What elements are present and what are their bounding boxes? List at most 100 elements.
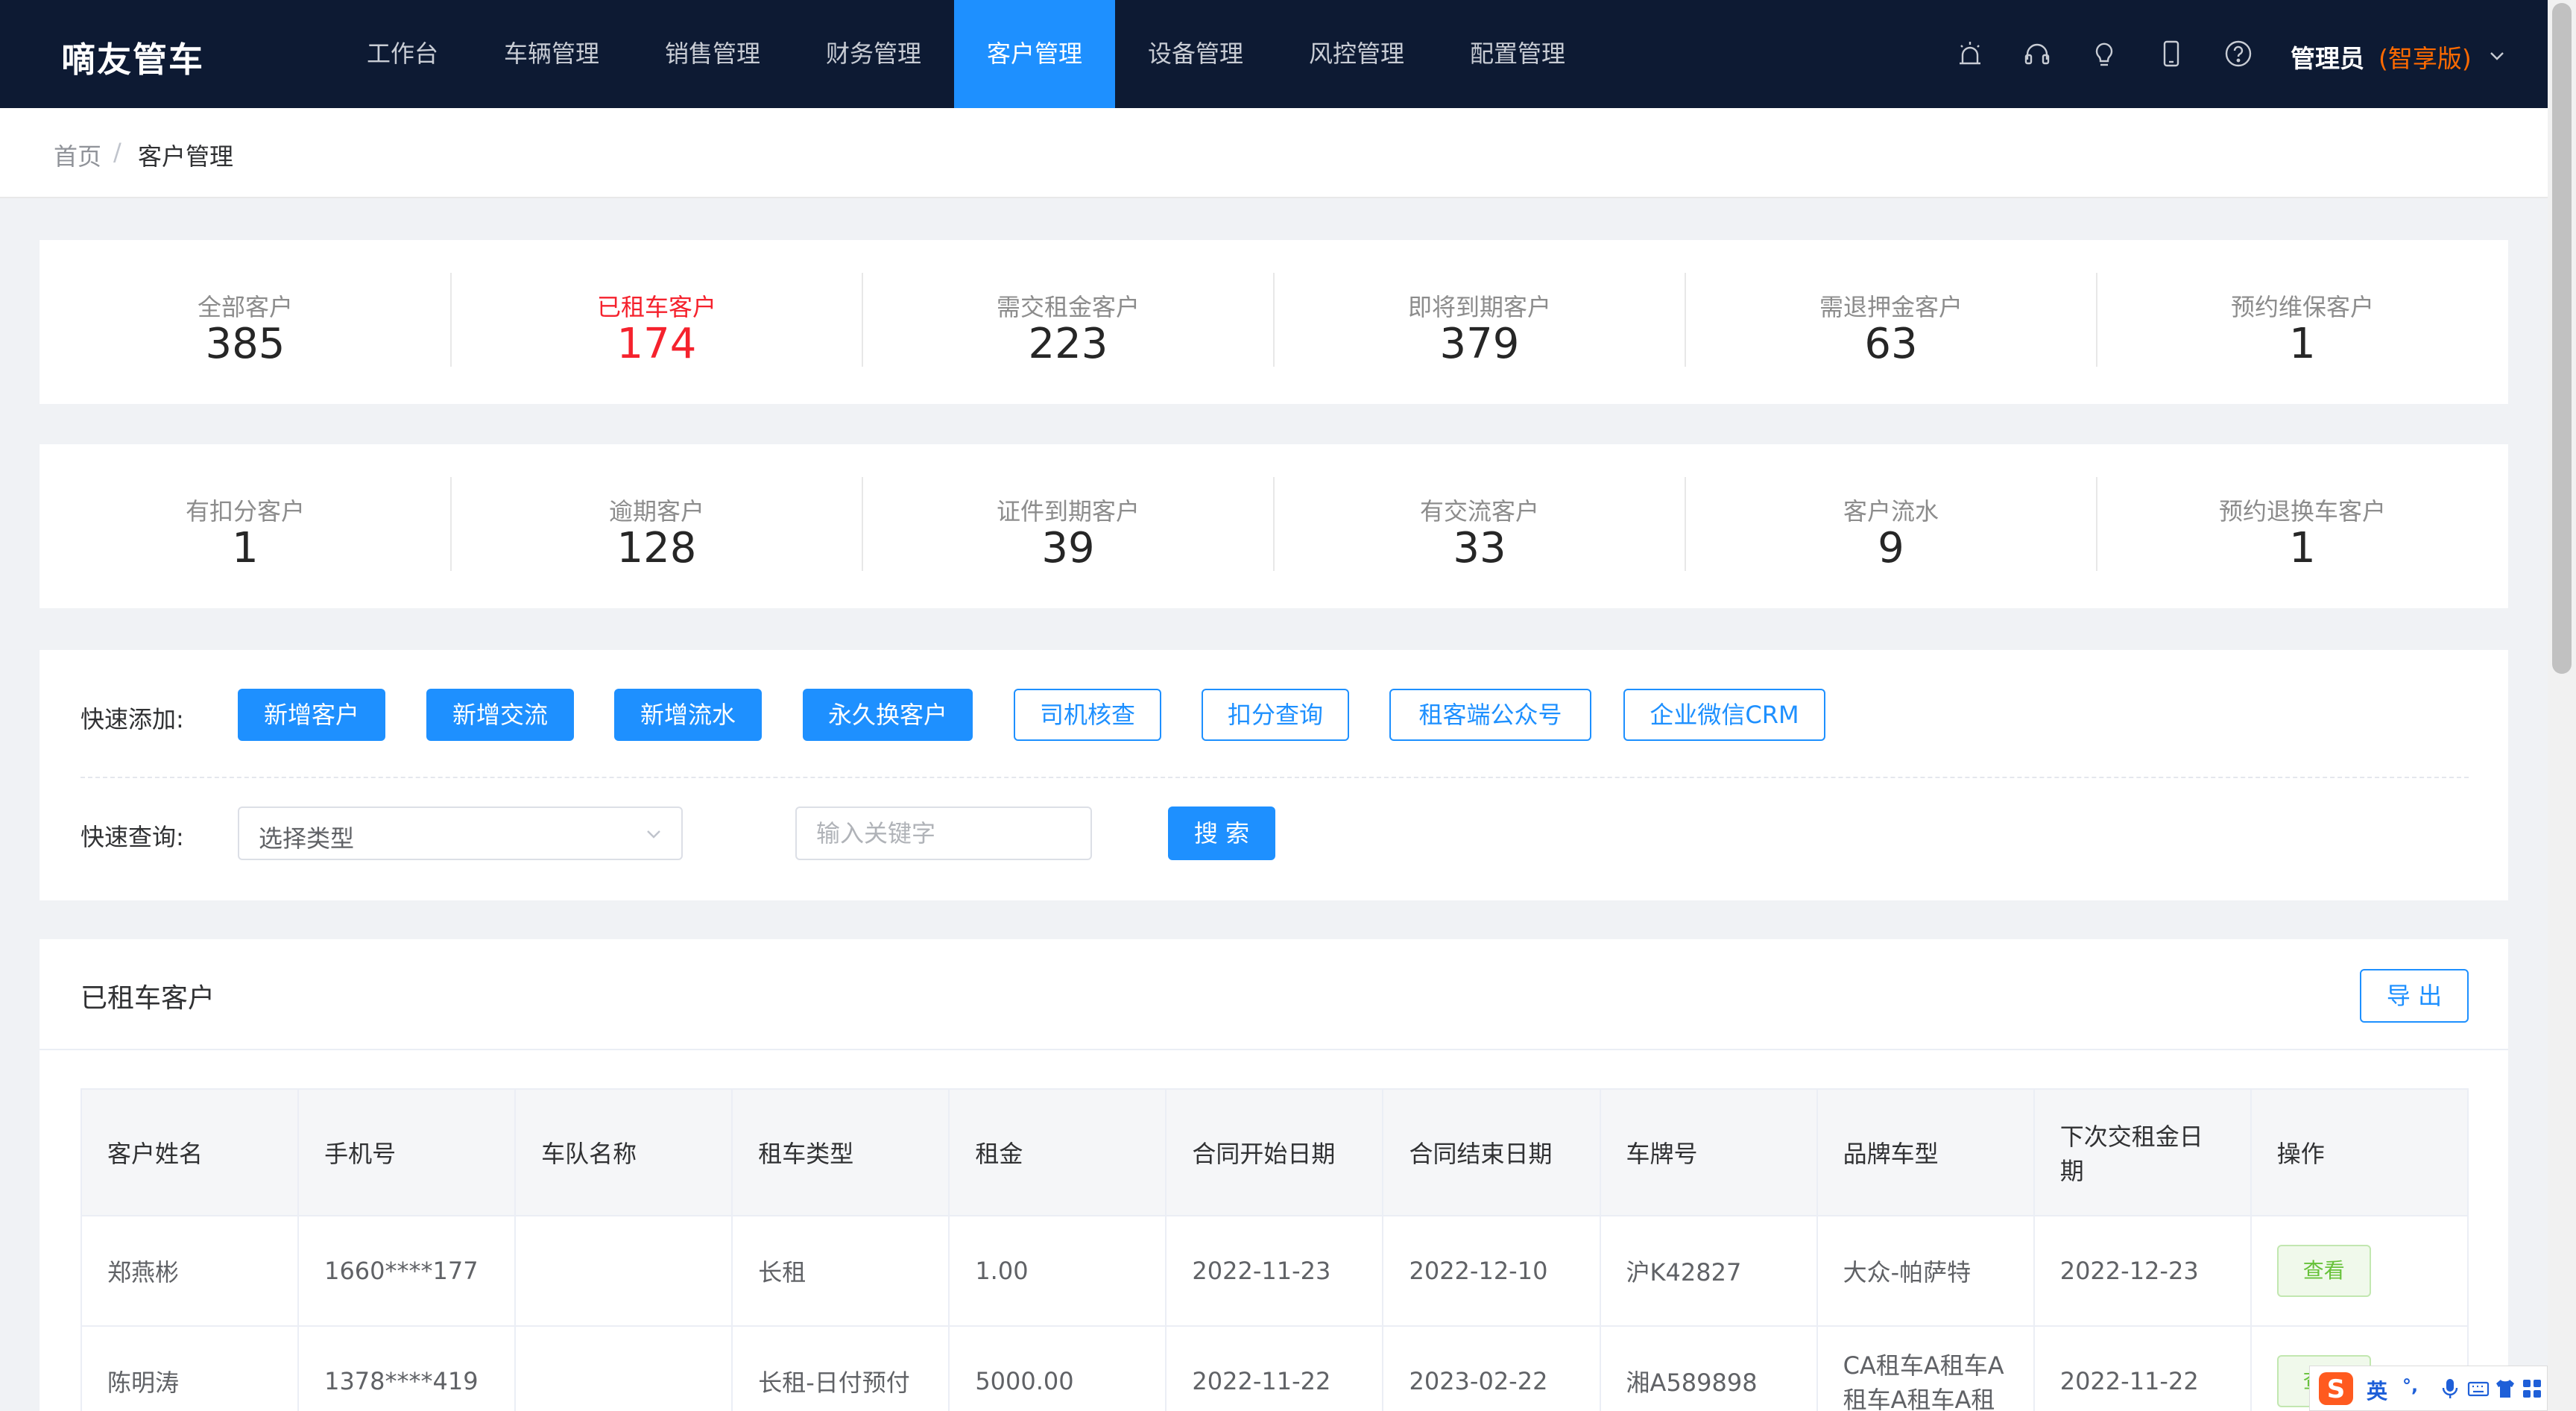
table-row[interactable]: 郑燕彬 1660****177 长租 1.00 2022-11-23 2022-… xyxy=(80,1215,2469,1327)
stat-overdue-customers[interactable]: 逾期客户 128 xyxy=(451,444,862,608)
stat-document-expiry-customers[interactable]: 证件到期客户 39 xyxy=(862,444,1274,608)
stat-customer-transactions[interactable]: 客户流水 9 xyxy=(1685,444,2097,608)
quick-add-label: 快速添加: xyxy=(80,705,184,733)
cell-rent: 1.00 xyxy=(948,1215,1167,1327)
stats-card-2: 有扣分客户 1 逾期客户 128 证件到期客户 39 有交流客户 33 客户流水… xyxy=(40,444,2508,608)
cell-fleet-name xyxy=(514,1325,733,1411)
breadcrumb-separator: / xyxy=(113,138,121,166)
column-header[interactable]: 合同开始日期 xyxy=(1165,1088,1384,1216)
tenant-official-account-button[interactable]: 租客端公众号 xyxy=(1389,689,1591,741)
column-header[interactable]: 租金 xyxy=(948,1088,1167,1216)
stat-label: 预约维保客户 xyxy=(2230,293,2374,321)
nav-item-finance[interactable]: 财务管理 xyxy=(821,0,926,108)
nav-item-devices[interactable]: 设备管理 xyxy=(1143,0,1248,108)
stat-all-customers[interactable]: 全部客户 385 xyxy=(40,240,451,404)
customers-table: 客户姓名 手机号 车队名称 租车类型 租金 合同开始日期 合同结束日期 车牌号 … xyxy=(80,1088,2469,1411)
column-header[interactable]: 合同结束日期 xyxy=(1382,1088,1601,1216)
export-button[interactable]: 导 出 xyxy=(2360,969,2469,1023)
chevron-down-icon[interactable] xyxy=(2486,45,2508,67)
cell-brand-model: CA租车A租车A租车A租车A租 xyxy=(1816,1325,2035,1411)
ime-toolbar: S 英 °, xyxy=(2309,1366,2548,1411)
brand-logo[interactable]: 嘀友管车 xyxy=(61,33,204,82)
table-header-row: 客户姓名 手机号 车队名称 租车类型 租金 合同开始日期 合同结束日期 车牌号 … xyxy=(80,1088,2469,1216)
help-icon[interactable] xyxy=(2223,39,2253,69)
column-header[interactable]: 下次交租金日期 xyxy=(2033,1088,2252,1216)
nav-item-workbench[interactable]: 工作台 xyxy=(367,0,438,108)
cell-contract-end: 2023-02-22 xyxy=(1382,1325,1601,1411)
nav-item-customers[interactable]: 客户管理 xyxy=(954,0,1115,108)
breadcrumb-home[interactable]: 首页 xyxy=(54,138,101,172)
sogou-logo-icon[interactable]: S xyxy=(2317,1371,2356,1407)
stat-expiring-customers[interactable]: 即将到期客户 379 xyxy=(1274,240,1685,404)
user-edition: (智享版) xyxy=(2378,44,2472,73)
column-header[interactable]: 租车类型 xyxy=(731,1088,950,1216)
panel-title: 已租车客户 xyxy=(80,983,215,1014)
scrollbar-thumb[interactable] xyxy=(2552,3,2572,674)
cell-contract-start: 2022-11-22 xyxy=(1165,1325,1384,1411)
page-scrollbar[interactable] xyxy=(2548,0,2576,1411)
type-select-value: 选择类型 xyxy=(259,824,355,853)
stat-label: 预约退换车客户 xyxy=(2218,497,2386,525)
cell-plate: 湘A589898 xyxy=(1599,1325,1818,1411)
column-header[interactable]: 品牌车型 xyxy=(1816,1088,2035,1216)
column-header[interactable]: 操作 xyxy=(2250,1088,2469,1216)
stat-label: 证件到期客户 xyxy=(996,497,1140,525)
permanent-transfer-customer-button[interactable]: 永久换客户 xyxy=(803,689,973,741)
cell-next-rent-date: 2022-11-22 xyxy=(2033,1325,2252,1411)
stat-rent-due-customers[interactable]: 需交租金客户 223 xyxy=(862,240,1274,404)
ime-punctuation-toggle[interactable]: °, xyxy=(2402,1375,2418,1396)
stat-label: 有交流客户 xyxy=(1419,497,1539,525)
stat-rented-customers[interactable]: 已租车客户 174 xyxy=(451,240,862,404)
type-select[interactable]: 选择类型 xyxy=(238,806,683,860)
bulb-icon[interactable] xyxy=(2089,39,2119,69)
cell-phone: 1660****177 xyxy=(297,1215,517,1327)
cell-contract-start: 2022-11-23 xyxy=(1165,1215,1384,1327)
stats-card-1: 全部客户 385 已租车客户 174 需交租金客户 223 即将到期客户 379… xyxy=(40,240,2508,404)
nav-item-config[interactable]: 配置管理 xyxy=(1465,0,1570,108)
quick-actions-panel: 快速添加: 新增客户 新增交流 新增流水 永久换客户 司机核查 扣分查询 租客端… xyxy=(40,650,2508,900)
stat-maintenance-customers[interactable]: 预约维保客户 1 xyxy=(2097,240,2508,404)
stat-value: 33 xyxy=(1453,524,1506,572)
cell-customer-name: 郑燕彬 xyxy=(80,1215,300,1327)
add-communication-button[interactable]: 新增交流 xyxy=(426,689,574,741)
headset-icon[interactable] xyxy=(2022,39,2052,69)
nav-item-sales[interactable]: 销售管理 xyxy=(660,0,765,108)
column-header[interactable]: 车牌号 xyxy=(1599,1088,1818,1216)
table-row[interactable]: 陈明涛 1378****419 长租-日付预付 5000.00 2022-11-… xyxy=(80,1325,2469,1411)
keyword-input[interactable] xyxy=(795,806,1092,860)
quick-search-label: 快速查询: xyxy=(80,823,184,851)
cell-next-rent-date: 2022-12-23 xyxy=(2033,1215,2252,1327)
skin-shirt-icon[interactable] xyxy=(2493,1377,2517,1401)
stat-deduction-customers[interactable]: 有扣分客户 1 xyxy=(40,444,451,608)
alarm-icon[interactable] xyxy=(1955,39,1985,69)
ime-language-toggle[interactable]: 英 xyxy=(2367,1375,2387,1405)
column-header[interactable]: 手机号 xyxy=(297,1088,517,1216)
mobile-icon[interactable] xyxy=(2156,39,2186,69)
user-name[interactable]: 管理员 xyxy=(2291,39,2364,75)
stat-label: 有扣分客户 xyxy=(185,497,305,525)
stat-communication-customers[interactable]: 有交流客户 33 xyxy=(1274,444,1685,608)
view-button[interactable]: 查看 xyxy=(2276,1245,2371,1297)
nav-item-risk[interactable]: 风控管理 xyxy=(1304,0,1409,108)
search-button[interactable]: 搜 索 xyxy=(1168,806,1275,860)
stat-value: 1 xyxy=(2289,524,2316,572)
stat-deposit-refund-customers[interactable]: 需退押金客户 63 xyxy=(1685,240,2097,404)
breadcrumb: 首页 / 客户管理 xyxy=(0,108,2548,198)
wecom-crm-button[interactable]: 企业微信CRM xyxy=(1623,689,1825,741)
microphone-icon[interactable] xyxy=(2438,1377,2462,1401)
keyboard-icon[interactable] xyxy=(2466,1377,2490,1401)
column-header[interactable]: 客户姓名 xyxy=(80,1088,300,1216)
stat-value: 63 xyxy=(1864,320,1918,368)
deduction-query-button[interactable]: 扣分查询 xyxy=(1202,689,1349,741)
breadcrumb-current: 客户管理 xyxy=(138,142,234,171)
stat-value: 9 xyxy=(1878,524,1904,572)
add-customer-button[interactable]: 新增客户 xyxy=(238,689,385,741)
nav-item-vehicles[interactable]: 车辆管理 xyxy=(499,0,604,108)
grid-menu-icon[interactable] xyxy=(2520,1377,2544,1401)
cell-plate: 沪K42827 xyxy=(1599,1215,1818,1327)
stat-return-exchange-customers[interactable]: 预约退换车客户 1 xyxy=(2097,444,2508,608)
driver-check-button[interactable]: 司机核查 xyxy=(1014,689,1161,741)
stat-value: 1 xyxy=(2289,320,2316,368)
add-transaction-button[interactable]: 新增流水 xyxy=(614,689,762,741)
column-header[interactable]: 车队名称 xyxy=(514,1088,733,1216)
